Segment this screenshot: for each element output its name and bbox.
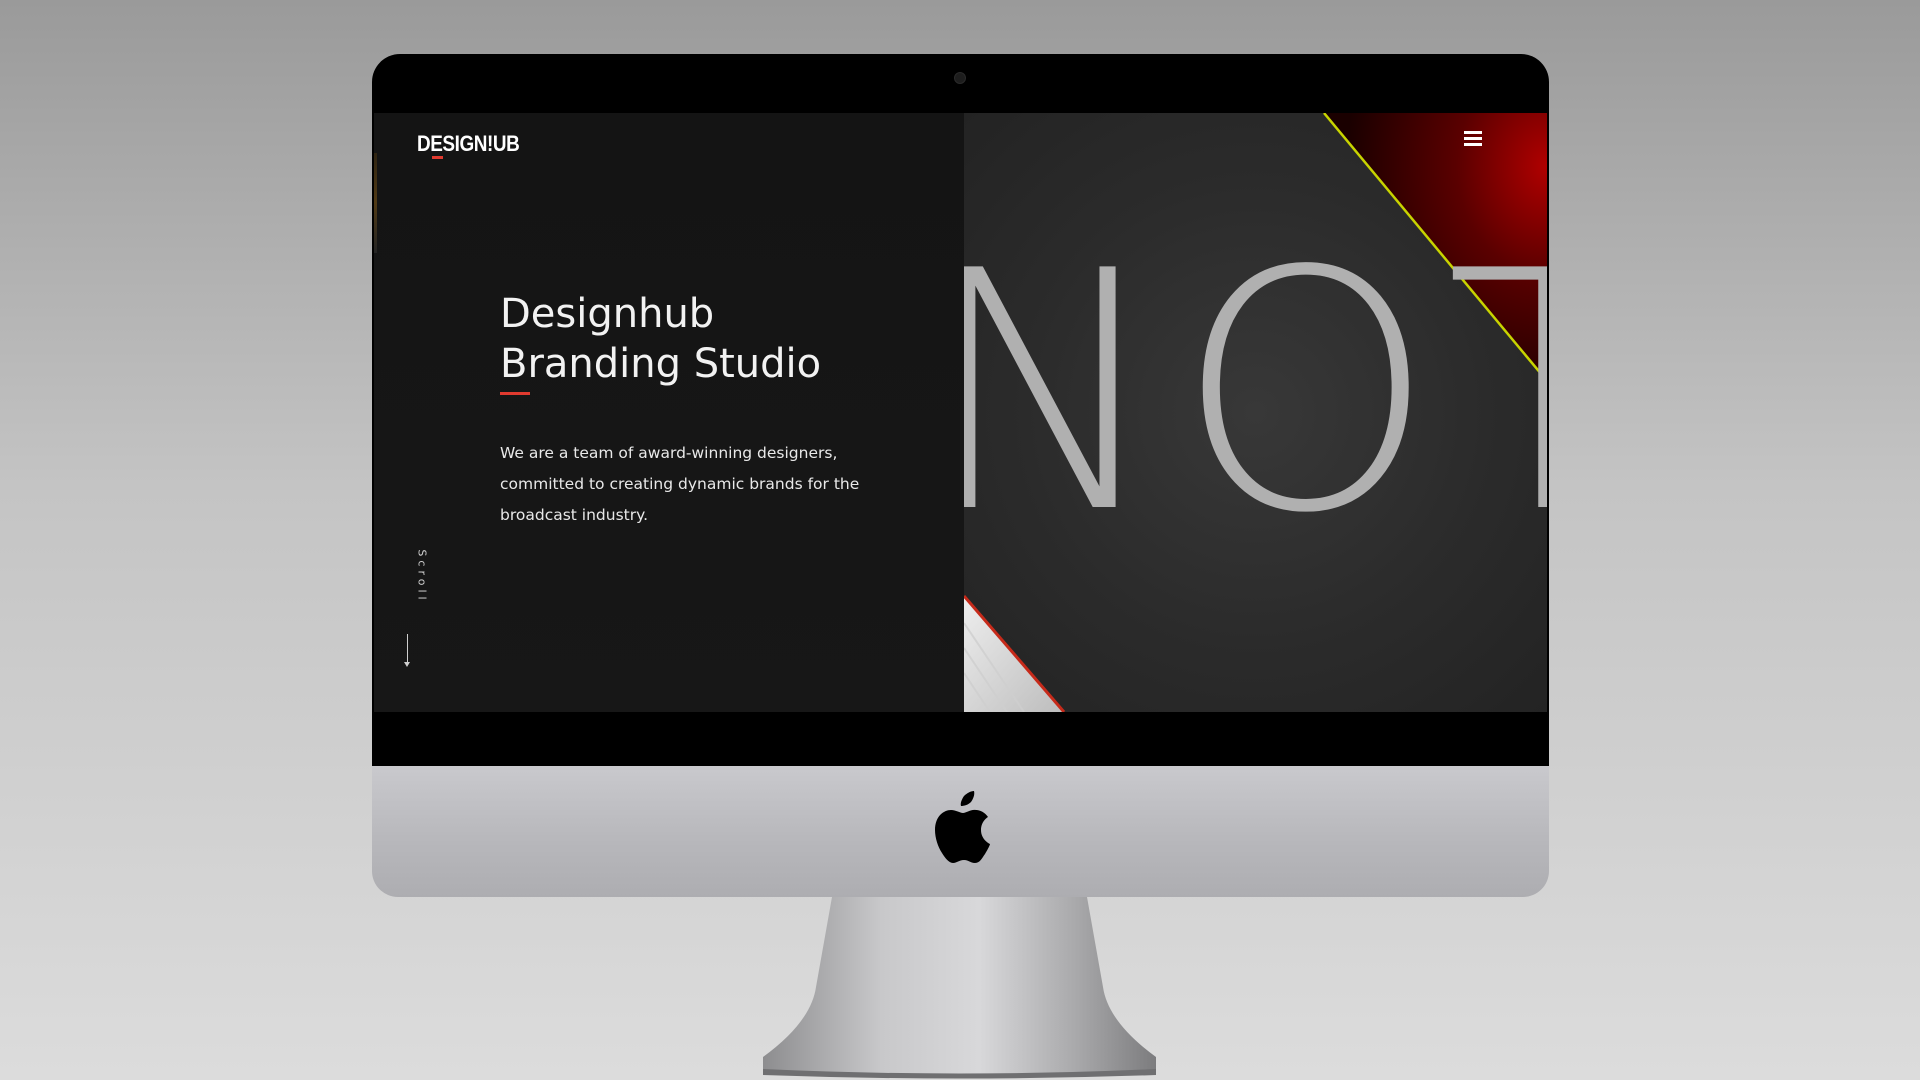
arrow-down-icon[interactable] xyxy=(404,662,410,667)
apple-logo-icon xyxy=(935,791,990,863)
hero-left-panel: DESIGN!UB Designhub Branding Studio We a… xyxy=(374,113,964,712)
monitor-stand xyxy=(763,897,1156,1079)
logo-accent-mark xyxy=(432,156,443,159)
monitor-chin xyxy=(372,766,1549,897)
camera-icon xyxy=(954,72,966,84)
website-screen: DESIGN!UB Designhub Branding Studio We a… xyxy=(374,113,1547,712)
hero-description: We are a team of award-winning designers… xyxy=(500,444,860,524)
edge-sliver xyxy=(374,153,377,253)
imac-monitor: DESIGN!UB Designhub Branding Studio We a… xyxy=(372,54,1549,897)
title-underline xyxy=(500,392,530,395)
scroll-line xyxy=(407,634,408,664)
hero-image-panel: NOT xyxy=(964,113,1547,712)
hero-big-word: NOT xyxy=(964,201,1547,585)
site-logo[interactable]: DESIGN!UB xyxy=(417,131,520,157)
hero-title: Designhub Branding Studio xyxy=(500,289,821,389)
screen-bottom-bezel xyxy=(372,712,1545,766)
hero-title-line1: Designhub xyxy=(500,291,715,337)
monitor-bezel: DESIGN!UB Designhub Branding Studio We a… xyxy=(372,54,1549,766)
hero-title-line2: Branding Studio xyxy=(500,341,822,387)
scroll-label[interactable]: Scroll xyxy=(416,547,429,607)
hamburger-menu-icon[interactable] xyxy=(1464,131,1484,148)
